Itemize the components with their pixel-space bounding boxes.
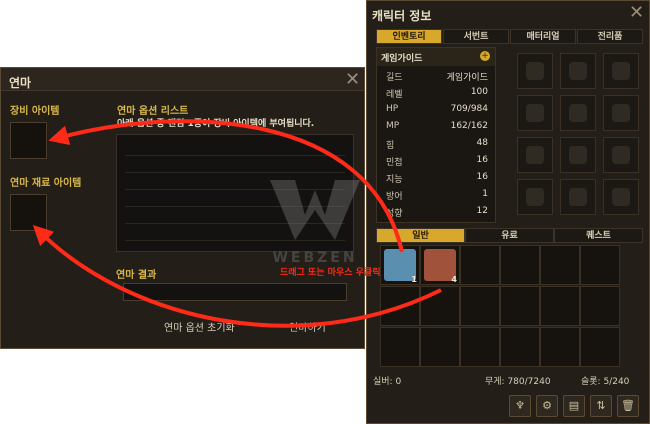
drag-arrows <box>32 119 442 328</box>
arrow-to-equip-slot <box>48 119 404 253</box>
arrow-to-material-slot <box>32 225 442 328</box>
drag-hint-text: 드래그 또는 마우스 우클릭 <box>280 268 381 278</box>
